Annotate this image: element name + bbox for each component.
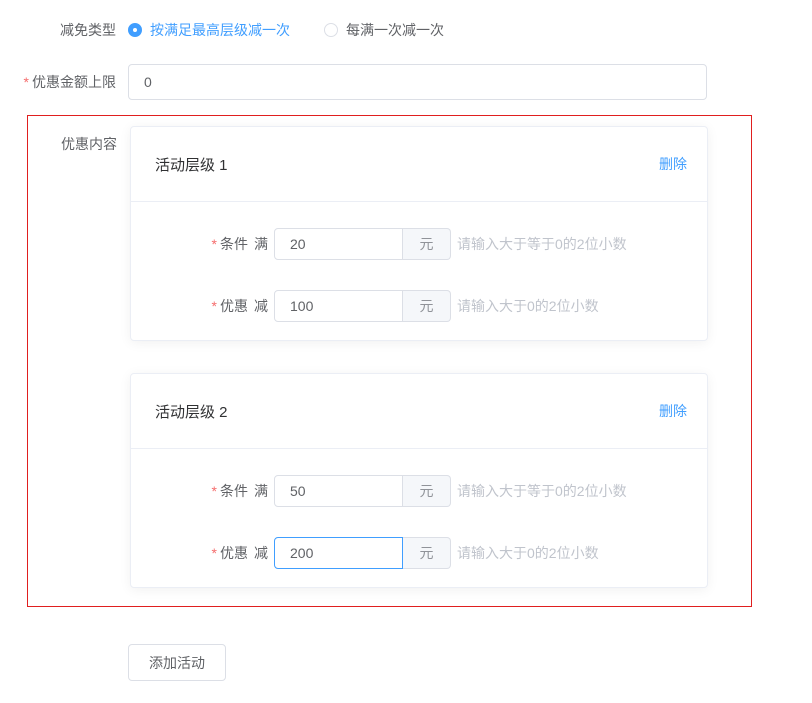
condition-amount-input[interactable]	[274, 475, 403, 507]
discount-amount-input-focused[interactable]	[274, 537, 403, 569]
condition-prefix: 满	[254, 481, 268, 501]
unit-yuan-label: 元	[403, 537, 451, 569]
unit-yuan-label: 元	[403, 228, 451, 260]
tier-title: 活动层级 1	[155, 154, 228, 175]
condition-label: *条件	[155, 234, 248, 254]
radio-option-highest-tier-once[interactable]: 按满足最高层级减一次	[128, 20, 290, 40]
tier-card-header: 活动层级 1 删除	[131, 127, 707, 202]
condition-row: *条件 满 元 请输入大于等于0的2位小数	[155, 475, 683, 507]
discount-row: *优惠 减 元 请输入大于0的2位小数	[155, 537, 683, 569]
condition-amount-input[interactable]	[274, 228, 403, 260]
tier-card-1: 活动层级 1 删除 *条件 满 元 请输入大于等于0的2位小数 *优惠	[130, 126, 708, 341]
tier-card-list: 活动层级 1 删除 *条件 满 元 请输入大于等于0的2位小数 *优惠	[130, 126, 708, 588]
radio-option-label: 每满一次减一次	[346, 20, 444, 40]
tier-card-body: *条件 满 元 请输入大于等于0的2位小数 *优惠 减 元	[131, 202, 707, 340]
discount-prefix: 减	[254, 543, 268, 563]
input-hint: 请输入大于等于0的2位小数	[457, 234, 627, 254]
condition-input-group: 元	[274, 475, 451, 507]
reduction-type-label: 减免类型	[0, 21, 116, 40]
tier-card-2: 活动层级 2 删除 *条件 满 元 请输入大于等于0的2位小数 *优惠	[130, 373, 708, 588]
required-asterisk: *	[212, 483, 217, 499]
required-asterisk: *	[212, 236, 217, 252]
discount-input-group: 元	[274, 290, 451, 322]
condition-label: *条件	[155, 481, 248, 501]
reduction-type-radio-group: 按满足最高层级减一次 每满一次减一次	[128, 20, 444, 40]
discount-cap-row: *优惠金额上限	[0, 64, 812, 100]
tier-card-body: *条件 满 元 请输入大于等于0的2位小数 *优惠 减 元	[131, 449, 707, 587]
required-asterisk: *	[24, 74, 29, 90]
discount-amount-input[interactable]	[274, 290, 403, 322]
discount-cap-input[interactable]	[128, 64, 707, 100]
discount-cap-label-text: 优惠金额上限	[32, 74, 116, 90]
input-hint: 请输入大于0的2位小数	[457, 296, 599, 316]
delete-tier-link[interactable]: 删除	[659, 154, 687, 174]
condition-label-text: 条件	[220, 483, 248, 499]
required-asterisk: *	[212, 298, 217, 314]
radio-selected-icon[interactable]	[128, 23, 142, 37]
condition-input-group: 元	[274, 228, 451, 260]
unit-yuan-label: 元	[403, 475, 451, 507]
unit-yuan-label: 元	[403, 290, 451, 322]
input-hint: 请输入大于等于0的2位小数	[457, 481, 627, 501]
radio-option-label: 按满足最高层级减一次	[150, 20, 290, 40]
reduction-type-row: 减免类型 按满足最高层级减一次 每满一次减一次	[0, 20, 812, 40]
promotion-form-page: 减免类型 按满足最高层级减一次 每满一次减一次 *优惠金额上限 优惠内容 活动层…	[0, 0, 812, 703]
tier-title: 活动层级 2	[155, 401, 228, 422]
condition-row: *条件 满 元 请输入大于等于0的2位小数	[155, 228, 683, 260]
discount-row: *优惠 减 元 请输入大于0的2位小数	[155, 290, 683, 322]
radio-option-every-time[interactable]: 每满一次减一次	[324, 20, 444, 40]
discount-label-text: 优惠	[220, 298, 248, 314]
discount-cap-label: *优惠金额上限	[0, 73, 116, 92]
condition-prefix: 满	[254, 234, 268, 254]
discount-label: *优惠	[155, 296, 248, 316]
discount-prefix: 减	[254, 296, 268, 316]
required-asterisk: *	[212, 545, 217, 561]
discount-input-group: 元	[274, 537, 451, 569]
delete-tier-link[interactable]: 删除	[659, 401, 687, 421]
input-hint: 请输入大于0的2位小数	[457, 543, 599, 563]
discount-content-section: 优惠内容 活动层级 1 删除 *条件 满 元 请输入大于等于0	[27, 115, 752, 607]
radio-unselected-icon[interactable]	[324, 23, 338, 37]
discount-label-text: 优惠	[220, 545, 248, 561]
tier-card-header: 活动层级 2 删除	[131, 374, 707, 449]
add-activity-button[interactable]: 添加活动	[128, 644, 226, 681]
discount-label: *优惠	[155, 543, 248, 563]
discount-content-label: 优惠内容	[28, 126, 117, 588]
condition-label-text: 条件	[220, 236, 248, 252]
